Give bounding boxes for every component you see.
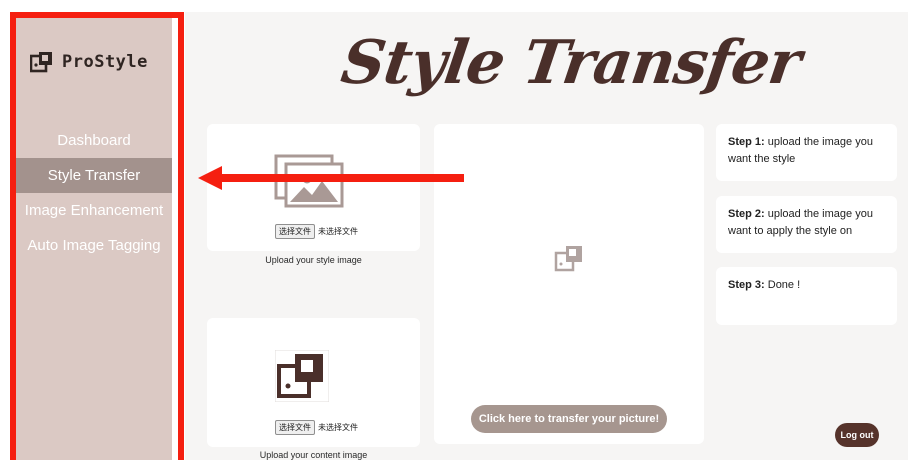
page-title: Style Transfer bbox=[337, 28, 805, 98]
image-frame-icon bbox=[554, 246, 582, 272]
annotation-arrow bbox=[198, 166, 464, 190]
content-upload-card: 选择文件 未选择文件 bbox=[207, 318, 420, 447]
brand-logo[interactable]: ProStyle bbox=[30, 50, 148, 74]
step-2-label: Step 2: bbox=[728, 208, 765, 220]
style-upload-caption: Upload your style image bbox=[265, 255, 362, 265]
image-frame-icon bbox=[30, 52, 52, 73]
transfer-button[interactable]: Click here to transfer your picture! bbox=[471, 405, 667, 433]
sidebar-item-dashboard[interactable]: Dashboard bbox=[16, 123, 172, 158]
content-file-picker: 选择文件 未选择文件 bbox=[275, 420, 358, 435]
step-1-card: Step 1: upload the image you want the st… bbox=[716, 124, 897, 181]
step-1-label: Step 1: bbox=[728, 136, 765, 148]
image-frame-icon bbox=[275, 350, 329, 402]
sidebar-item-auto-image-tagging[interactable]: Auto Image Tagging bbox=[16, 228, 172, 263]
content-choose-file-button[interactable]: 选择文件 bbox=[275, 420, 315, 435]
brand-name: ProStyle bbox=[62, 52, 148, 72]
result-card bbox=[434, 124, 704, 444]
style-choose-file-button[interactable]: 选择文件 bbox=[275, 224, 315, 239]
step-3-card: Step 3: Done ! bbox=[716, 267, 897, 325]
step-2-card: Step 2: upload the image you want to app… bbox=[716, 196, 897, 253]
sidebar-nav: Dashboard Style Transfer Image Enhanceme… bbox=[16, 123, 172, 263]
style-file-picker: 选择文件 未选择文件 bbox=[275, 224, 358, 239]
sidebar-item-image-enhancement[interactable]: Image Enhancement bbox=[16, 193, 172, 228]
style-file-status: 未选择文件 bbox=[318, 227, 358, 236]
content-file-status: 未选择文件 bbox=[318, 423, 358, 432]
logout-button[interactable]: Log out bbox=[835, 423, 879, 447]
sidebar-item-style-transfer[interactable]: Style Transfer bbox=[16, 158, 172, 193]
content-upload-caption: Upload your content image bbox=[259, 450, 368, 460]
step-3-label: Step 3: bbox=[728, 279, 765, 291]
step-3-text: Done ! bbox=[767, 279, 801, 291]
